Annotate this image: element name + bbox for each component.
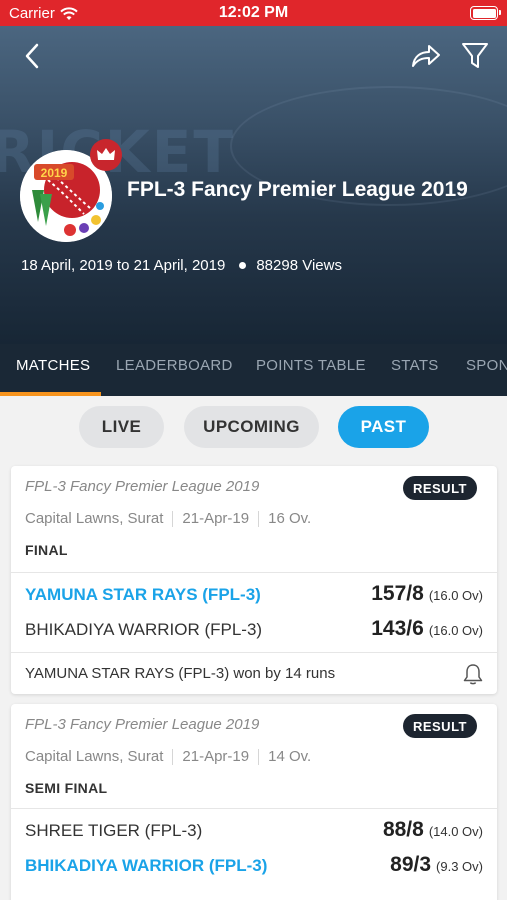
filter-icon xyxy=(462,43,488,68)
filter-button[interactable] xyxy=(457,38,493,74)
filter-upcoming[interactable]: UPCOMING xyxy=(184,406,319,448)
league-dates: 18 April, 2019 to 21 April, 2019 xyxy=(21,257,226,274)
crown-badge xyxy=(90,139,122,171)
match-venue-row: Capital Lawns, Surat 21-Apr-19 16 Ov. xyxy=(25,510,311,527)
share-button[interactable] xyxy=(408,38,444,74)
share-icon xyxy=(412,45,440,67)
tab-stats[interactable]: STATS xyxy=(391,357,439,374)
team-name: BHIKADIYA WARRIOR (FPL-3) xyxy=(25,620,263,639)
team-name: SHREE TIGER (FPL-3) xyxy=(25,821,203,840)
team-name: BHIKADIYA WARRIOR (FPL-3) xyxy=(25,856,268,875)
result-badge: RESULT xyxy=(402,476,477,500)
match-stage: FINAL xyxy=(25,542,68,558)
notify-button[interactable] xyxy=(461,662,485,686)
view-count: 88298 Views xyxy=(256,257,342,274)
league-title: FPL-3 Fancy Premier League 2019 xyxy=(127,178,468,201)
match-stage: SEMI FINAL xyxy=(25,780,108,796)
league-meta: 18 April, 2019 to 21 April, 2019 88298 V… xyxy=(21,257,342,274)
match-venue-row: Capital Lawns, Surat 21-Apr-19 14 Ov. xyxy=(25,748,311,765)
team-name: YAMUNA STAR RAYS (FPL-3) xyxy=(25,585,261,604)
score-runs: 88/8 xyxy=(382,818,424,841)
team-score: 143/6 (16.0 Ov) xyxy=(371,617,483,641)
svg-text:2019: 2019 xyxy=(41,166,68,180)
match-date: 21-Apr-19 xyxy=(182,748,250,765)
battery-icon xyxy=(470,6,501,20)
tab-points-table[interactable]: POINTS TABLE xyxy=(256,357,366,374)
result-badge: RESULT xyxy=(402,714,477,738)
back-button[interactable] xyxy=(14,38,50,74)
match-venue: Capital Lawns, Surat xyxy=(25,510,164,527)
bell-icon xyxy=(463,664,483,685)
match-date: 21-Apr-19 xyxy=(182,510,250,527)
crown-icon xyxy=(97,148,115,160)
tab-matches[interactable]: MATCHES xyxy=(16,357,90,374)
score-overs: (16.0 Ov) xyxy=(428,623,483,638)
team-score: 88/8 (14.0 Ov) xyxy=(383,818,483,842)
team-score: 89/3 (9.3 Ov) xyxy=(390,853,483,877)
league-header: RICKET 2019 xyxy=(0,26,507,344)
match-overs: 16 Ov. xyxy=(268,510,312,527)
score-overs: (16.0 Ov) xyxy=(428,588,483,603)
match-filter: LIVE UPCOMING PAST xyxy=(0,406,507,450)
chevron-left-icon xyxy=(25,43,39,69)
match-result: YAMUNA STAR RAYS (FPL-3) won by 14 runs xyxy=(25,665,336,682)
filter-live[interactable]: LIVE xyxy=(79,406,164,448)
tab-sponsors[interactable]: SPON xyxy=(466,357,507,374)
score-runs: 89/3 xyxy=(390,853,432,876)
match-venue: Capital Lawns, Surat xyxy=(25,748,164,765)
separator-dot xyxy=(239,262,247,269)
match-league: FPL-3 Fancy Premier League 2019 xyxy=(25,716,260,733)
score-overs: (14.0 Ov) xyxy=(428,824,483,839)
match-card[interactable]: FPL-3 Fancy Premier League 2019 RESULT C… xyxy=(11,704,497,900)
match-league: FPL-3 Fancy Premier League 2019 xyxy=(25,478,260,495)
active-tab-indicator xyxy=(0,392,101,396)
status-bar: Carrier 12:02 PM xyxy=(0,0,507,26)
team-score: 157/8 (16.0 Ov) xyxy=(371,582,483,606)
filter-past[interactable]: PAST xyxy=(338,406,429,448)
match-overs: 14 Ov. xyxy=(268,748,312,765)
tab-leaderboard[interactable]: LEADERBOARD xyxy=(116,357,233,374)
score-overs: (9.3 Ov) xyxy=(436,859,483,874)
clock: 12:02 PM xyxy=(218,4,289,21)
match-card[interactable]: FPL-3 Fancy Premier League 2019 RESULT C… xyxy=(11,466,497,694)
score-runs: 143/6 xyxy=(371,617,424,640)
section-tabs: MATCHES LEADERBOARD POINTS TABLE STATS S… xyxy=(0,344,507,396)
score-runs: 157/8 xyxy=(371,582,424,605)
